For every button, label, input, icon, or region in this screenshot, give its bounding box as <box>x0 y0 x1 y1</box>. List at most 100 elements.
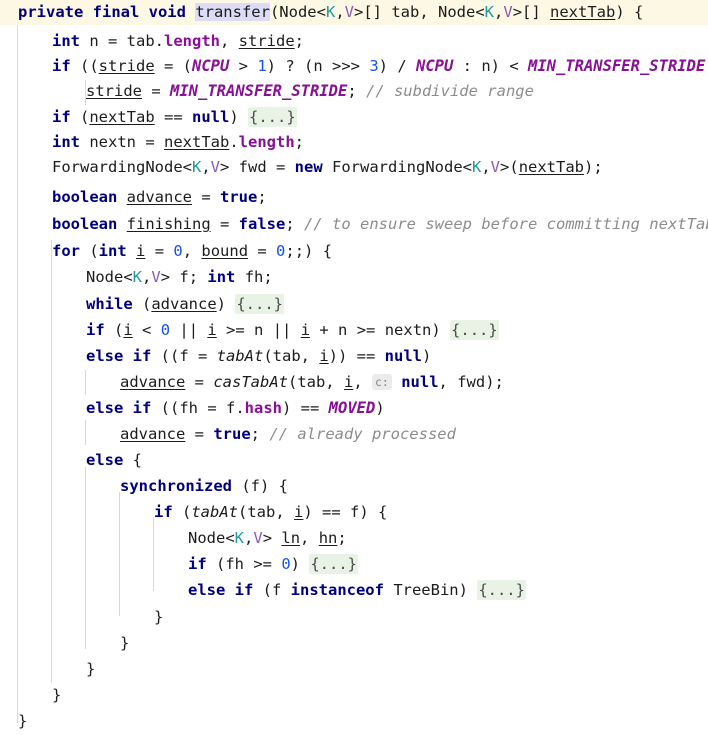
code-token-plain: Node< <box>86 268 133 286</box>
code-line[interactable]: } <box>0 631 708 656</box>
code-line[interactable]: Node<K,V> ln, hn; <box>0 526 708 551</box>
code-token-staticfield: NCPU <box>192 57 230 75</box>
code-token-localvar: stride <box>238 32 295 50</box>
code-token-typeparam2: V <box>503 3 513 21</box>
code-token-plain: , <box>244 529 254 547</box>
code-token-plain: ; <box>285 215 305 233</box>
code-line[interactable]: synchronized (f) { <box>0 474 708 499</box>
code-token-plain: , <box>300 529 319 547</box>
code-line[interactable]: for (int i = 0, bound = 0;;) { <box>0 239 708 264</box>
code-token-kw: new <box>294 158 323 176</box>
code-token-typeparam: K <box>325 3 336 21</box>
code-line[interactable]: advance = true; // already processed <box>0 422 708 447</box>
code-line[interactable]: } <box>0 657 708 682</box>
code-token-kw: instanceof <box>290 581 384 599</box>
code-token-plain: >= n || <box>216 321 301 339</box>
code-line[interactable]: if (fh >= 0) {...} <box>0 552 708 577</box>
code-line[interactable]: private final void transfer(Node<K,V>[] … <box>0 0 708 25</box>
code-token-localvar: i <box>207 321 217 339</box>
code-line[interactable]: int n = tab.length, stride; <box>0 29 708 54</box>
code-token-plain: ; <box>257 188 267 206</box>
code-token-kw: else if <box>86 399 152 417</box>
code-token-plain: ( <box>104 321 124 339</box>
code-line[interactable]: else if (f instanceof TreeBin) {...} <box>0 578 708 603</box>
code-token-typeparam2: V <box>151 268 161 286</box>
code-line[interactable]: if (i < 0 || i >= n || i + n >= nextn) {… <box>0 318 708 343</box>
code-token-kw: int <box>98 242 127 260</box>
code-token-plain: ( <box>132 295 152 313</box>
code-line[interactable]: } <box>0 709 708 734</box>
code-token-plain: )) == <box>328 347 385 365</box>
code-token-field: length <box>238 133 295 151</box>
code-token-plain: = ( <box>154 57 192 75</box>
code-line[interactable]: else if ((fh = f.hash) == MOVED) <box>0 396 708 421</box>
code-token-kw: false <box>238 215 286 233</box>
code-line[interactable]: while (advance) {...} <box>0 292 708 317</box>
code-line[interactable]: } <box>0 605 708 630</box>
code-token-plain: } <box>154 608 164 626</box>
code-token-plain: = <box>142 82 170 100</box>
code-line[interactable]: if (nextTab == null) {...} <box>0 105 708 130</box>
code-token-localvar: bound <box>201 242 249 260</box>
code-editor-viewport[interactable]: private final void transfer(Node<K,V>[] … <box>0 0 708 735</box>
code-token-plain: ; <box>250 425 270 443</box>
code-token-plain: (tab, <box>263 347 320 365</box>
code-token-fold: {...} <box>477 580 526 600</box>
code-line[interactable]: ForwardingNode<K,V> fwd = new Forwarding… <box>0 155 708 180</box>
code-token-plain: (( <box>70 57 99 75</box>
code-token-plain: , <box>182 242 202 260</box>
code-token-plain: , <box>335 3 345 21</box>
code-token-plain: > <box>229 57 258 75</box>
code-token-kw: private final void <box>18 3 196 21</box>
code-token-kw: for <box>52 242 80 260</box>
code-token-kw: else if <box>86 347 152 365</box>
code-token-plain: , <box>220 32 239 50</box>
code-line[interactable]: int nextn = nextTab.length; <box>0 130 708 155</box>
code-token-plain: > <box>262 529 282 547</box>
code-token-plain: < <box>132 321 161 339</box>
code-token-staticfield: MIN_TRANSFER_STRIDE <box>527 57 706 75</box>
code-token-plain: } <box>120 634 130 652</box>
code-token-localvar: i <box>300 321 311 339</box>
code-token-field: length <box>164 32 220 50</box>
code-token-kw: null <box>401 373 439 391</box>
code-token-plain: ((fh = f. <box>151 399 245 417</box>
code-token-plain: , fwd); <box>438 373 504 391</box>
code-token-kw: int <box>52 133 80 151</box>
code-token-localvar: i <box>343 373 354 391</box>
code-token-plain: = <box>145 242 174 260</box>
code-token-plain: = <box>185 373 214 391</box>
code-line[interactable]: Node<K,V> f; int fh; <box>0 265 708 290</box>
code-token-kw: boolean <box>52 215 118 233</box>
code-line[interactable]: if ((stride = (NCPU > 1) ? (n >>> 3) / N… <box>0 54 708 79</box>
code-token-plain: Node< <box>188 529 235 547</box>
code-token-plain: (f) { <box>231 477 288 495</box>
code-token-num: 0 <box>173 242 183 260</box>
code-line[interactable]: boolean finishing = false; // to ensure … <box>0 212 708 237</box>
code-line[interactable]: advance = casTabAt(tab, i, c: null, fwd)… <box>0 370 708 395</box>
code-line[interactable]: boolean advance = true; <box>0 185 708 210</box>
code-line[interactable]: } <box>0 683 708 708</box>
code-line[interactable]: else { <box>0 448 708 473</box>
code-token-plain: (Node< <box>269 3 326 21</box>
code-token-comment: // to ensure sweep before committing nex… <box>304 215 708 233</box>
code-token-plain: ) <box>422 347 432 365</box>
code-token-typeparam: K <box>132 268 143 286</box>
code-token-plain: , <box>142 268 152 286</box>
code-token-plain: , <box>481 158 491 176</box>
code-token-plain: , <box>201 158 211 176</box>
code-token-kw: if <box>86 321 105 339</box>
code-line[interactable]: stride = MIN_TRANSFER_STRIDE; // subdivi… <box>0 79 708 104</box>
code-token-plain: } <box>18 712 28 730</box>
code-token-plain: = <box>248 242 277 260</box>
code-line[interactable]: else if ((f = tabAt(tab, i)) == null) <box>0 344 708 369</box>
code-token-param: nextTab <box>550 3 616 21</box>
code-token-fold: {...} <box>235 294 285 314</box>
code-token-num: 0 <box>281 555 291 573</box>
code-token-localvar: advance <box>120 425 186 443</box>
code-token-kw: if <box>188 555 207 573</box>
code-token-plain: TreeBin) <box>383 581 478 599</box>
code-line[interactable]: if (tabAt(tab, i) == f) { <box>0 500 708 525</box>
code-token-plain: nextn = <box>80 133 164 151</box>
